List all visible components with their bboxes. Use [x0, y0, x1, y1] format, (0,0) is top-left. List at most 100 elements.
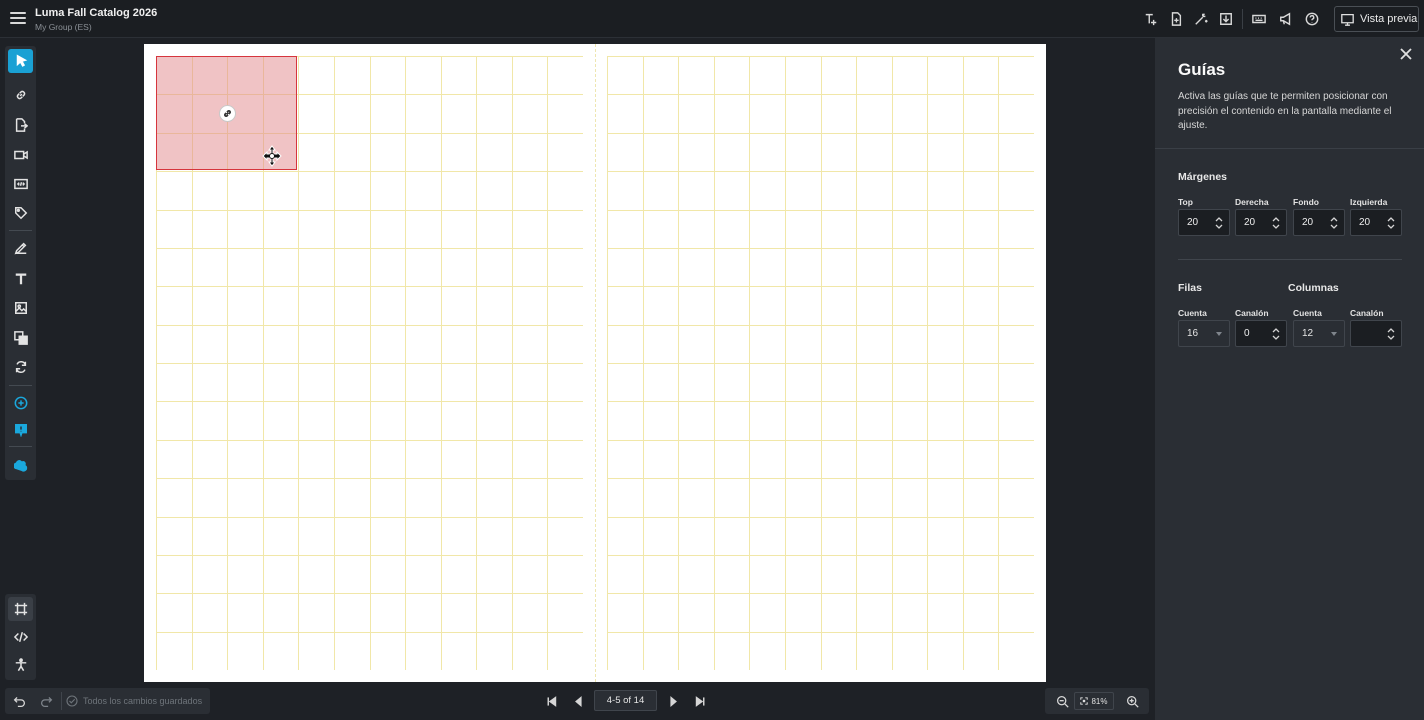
zoom-value: 81% [1091, 696, 1108, 706]
accessibility-icon[interactable] [8, 653, 33, 677]
stepper-icon[interactable] [1387, 326, 1395, 342]
document-title: Luma Fall Catalog 2026 [35, 7, 158, 19]
columns-count-label: Cuenta [1293, 308, 1322, 318]
text-tool-icon[interactable] [8, 267, 33, 291]
section-divider [1178, 259, 1402, 260]
document-subtitle: My Group (ES) [35, 22, 92, 32]
margin-bottom-value: 20 [1302, 217, 1314, 228]
margin-bottom-label: Fondo [1293, 197, 1319, 207]
zoom-controls: 81% [1045, 688, 1149, 714]
video-tool-icon[interactable] [8, 143, 33, 167]
stepper-icon[interactable] [1272, 215, 1280, 231]
margins-title: Márgenes [1178, 171, 1228, 183]
columns-count-select[interactable]: 12 [1293, 320, 1345, 347]
left-bottom-toolbar [5, 594, 36, 680]
guides-panel: Guías Activa las guías que te permiten p… [1155, 38, 1424, 720]
preview-button[interactable]: Vista previa [1334, 6, 1419, 32]
selected-link-frame[interactable] [156, 56, 297, 170]
embed-tool-icon[interactable] [8, 172, 33, 196]
move-cursor-icon [262, 145, 282, 167]
saved-check-icon [66, 695, 78, 707]
close-icon[interactable] [1399, 47, 1413, 61]
download-icon[interactable] [1218, 11, 1234, 27]
rows-count-value: 16 [1187, 328, 1199, 339]
guides-icon[interactable] [8, 597, 33, 621]
bottom-bar: Todos los cambios guardados 4-5 of 14 81… [0, 686, 1155, 720]
margin-right-input[interactable]: 20 [1235, 209, 1287, 236]
next-page-icon[interactable] [665, 693, 681, 709]
toolbar-divider [1242, 9, 1243, 29]
rows-count-label: Cuenta [1178, 308, 1207, 318]
margin-left-label: Izquierda [1350, 197, 1388, 207]
megaphone-icon[interactable] [1278, 11, 1294, 27]
refresh-tool-icon[interactable] [8, 355, 33, 379]
stepper-icon[interactable] [1387, 215, 1395, 231]
margin-bottom-input[interactable]: 20 [1293, 209, 1345, 236]
columns-title: Columnas [1288, 282, 1339, 294]
toolbar-divider [9, 230, 32, 231]
margin-right-label: Derecha [1235, 197, 1269, 207]
add-tool-icon[interactable] [8, 391, 33, 415]
new-page-icon[interactable] [1168, 11, 1184, 27]
rows-title: Filas [1178, 282, 1202, 294]
zoom-in-icon[interactable] [1124, 693, 1140, 709]
margin-right-value: 20 [1244, 217, 1256, 228]
image-tool-icon[interactable] [8, 296, 33, 320]
help-icon[interactable] [1304, 11, 1320, 27]
select-tool-icon[interactable] [8, 49, 33, 73]
page-link-tool-icon[interactable] [8, 113, 33, 137]
page-indicator[interactable]: 4-5 of 14 [594, 690, 657, 711]
undo-icon[interactable] [11, 693, 27, 709]
page-spread[interactable] [144, 44, 1046, 682]
left-toolbar [5, 46, 36, 480]
panel-divider [1155, 148, 1424, 149]
comment-tool-icon[interactable] [8, 418, 33, 442]
redo-icon[interactable] [38, 693, 54, 709]
zoom-out-icon[interactable] [1054, 693, 1070, 709]
last-page-icon[interactable] [692, 693, 708, 709]
margin-top-label: Top [1178, 197, 1193, 207]
columns-gutter-input[interactable] [1350, 320, 1402, 347]
layers-tool-icon[interactable] [8, 326, 33, 350]
margin-top-value: 20 [1187, 217, 1199, 228]
monitor-icon [1341, 13, 1354, 26]
first-page-icon[interactable] [543, 693, 559, 709]
margin-left-input[interactable]: 20 [1350, 209, 1402, 236]
panel-title: Guías [1178, 60, 1226, 79]
rows-gutter-value: 0 [1244, 328, 1250, 339]
magic-wand-icon[interactable] [1193, 11, 1209, 27]
toolbar-divider [9, 446, 32, 447]
history-divider [61, 692, 62, 710]
previous-page-icon[interactable] [570, 693, 586, 709]
top-bar: Luma Fall Catalog 2026 My Group (ES) Vis… [0, 0, 1424, 38]
link-icon[interactable] [219, 105, 236, 122]
margin-left-value: 20 [1359, 217, 1371, 228]
rows-gutter-input[interactable]: 0 [1235, 320, 1287, 347]
pen-tool-icon[interactable] [8, 236, 33, 260]
rows-gutter-label: Canalón [1235, 308, 1269, 318]
stepper-icon[interactable] [1330, 215, 1338, 231]
chevron-down-icon [1331, 332, 1337, 336]
rows-count-select[interactable]: 16 [1178, 320, 1230, 347]
keyboard-icon[interactable] [1251, 11, 1267, 27]
chevron-down-icon [1216, 332, 1222, 336]
history-controls: Todos los cambios guardados [5, 688, 210, 714]
toolbar-divider [9, 385, 32, 386]
zoom-level[interactable]: 81% [1074, 692, 1114, 710]
save-status: Todos los cambios guardados [83, 696, 203, 706]
margin-top-input[interactable]: 20 [1178, 209, 1230, 236]
stepper-icon[interactable] [1215, 215, 1223, 231]
tag-tool-icon[interactable] [8, 201, 33, 225]
stepper-icon[interactable] [1272, 326, 1280, 342]
add-text-icon[interactable] [1143, 11, 1159, 27]
columns-count-value: 12 [1302, 328, 1314, 339]
plugin-tool-icon[interactable] [8, 453, 33, 477]
columns-gutter-label: Canalón [1350, 308, 1384, 318]
page-spine [595, 44, 596, 682]
fit-icon [1080, 697, 1089, 705]
preview-label: Vista previa [1360, 13, 1418, 25]
link-tool-icon[interactable] [8, 83, 33, 107]
code-icon[interactable] [8, 625, 33, 649]
menu-icon[interactable] [10, 12, 26, 26]
page-right-guides [607, 56, 1034, 670]
